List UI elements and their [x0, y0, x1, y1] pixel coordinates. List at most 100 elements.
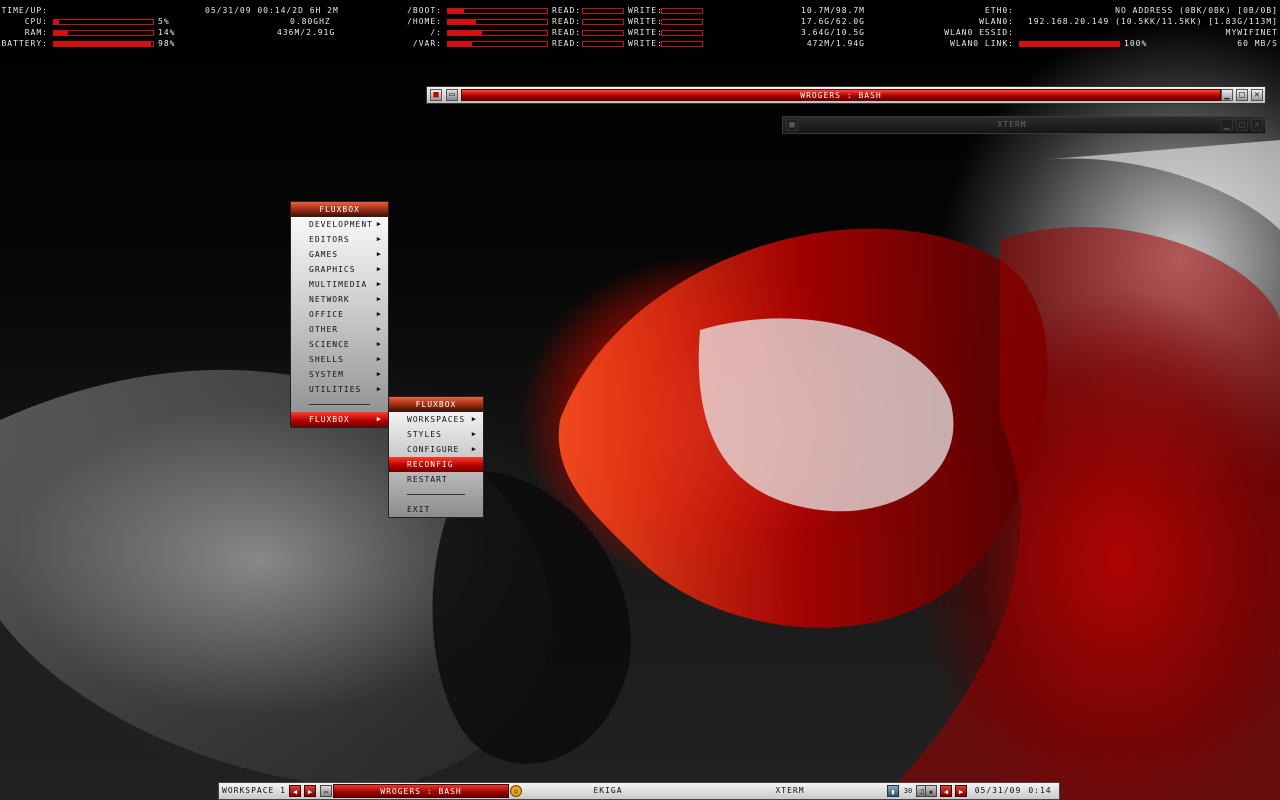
conky-disk-row: /HOME: READ: WRITE: 17.6G/62.0G	[400, 16, 865, 27]
disk-read-graph	[582, 30, 624, 36]
prev-workspace-icon[interactable]: ◀	[289, 785, 301, 797]
maximize-icon[interactable]: □	[1236, 89, 1248, 101]
menu-item-label: WORKSPACES	[407, 415, 466, 424]
conky-label: RAM:	[24, 28, 48, 37]
disk-write-label: WRITE:	[628, 17, 663, 26]
conky-time-value: 05/31/09 00:14/2D 6H 2M	[205, 6, 339, 15]
disk-label: /:	[430, 28, 442, 37]
ekiga-icon: ☺	[510, 785, 522, 797]
disk-usage-value: 3.64G/10.5G	[801, 28, 865, 37]
disk-read-label: READ:	[552, 28, 582, 37]
conky-label: WLAN0 ESSID:	[944, 28, 1014, 37]
wlan0-value: 192.168.20.149 (10.5KK/11.5KK) [1.83G/11…	[1027, 17, 1278, 26]
xterm-window-title[interactable]: XTERM	[803, 119, 1221, 131]
next-window-icon[interactable]: ▶	[955, 785, 967, 797]
minimize-icon[interactable]: ▁	[1221, 89, 1233, 101]
volume-tray-value[interactable]: 30	[901, 784, 915, 798]
disk-read-label: READ:	[552, 6, 582, 15]
bash-window-title[interactable]: WROGERS : BASH	[461, 89, 1221, 101]
submenu-item-reconfig[interactable]: RECONFIG	[389, 457, 483, 472]
disk-usage-value: 472M/1.94G	[806, 39, 865, 48]
root-menu-item-development[interactable]: DEVELOPMENT ▶	[291, 217, 388, 232]
ram-usage: 436M/2.91G	[277, 28, 336, 37]
root-menu-item-editors[interactable]: EDITORS ▶	[291, 232, 388, 247]
root-menu-item-graphics[interactable]: GRAPHICS ▶	[291, 262, 388, 277]
submenu-arrow-icon: ▶	[471, 430, 477, 438]
submenu-items: WORKSPACES ▶ STYLES ▶ CONFIGURE ▶ RECONFIG REST…	[389, 412, 483, 487]
root-menu-item-multimedia[interactable]: MULTIMEDIA ▶	[291, 277, 388, 292]
fluxbox-submenu: FLUXBOX WORKSPACES ▶ STYLES ▶ CONFIGURE ▶ RECO…	[388, 396, 484, 518]
submenu-arrow-icon: ▶	[376, 385, 382, 393]
root-menu-item-network[interactable]: NETWORK ▶	[291, 292, 388, 307]
menu-item-label: RECONFIG	[407, 460, 454, 469]
root-menu-title: FLUXBOX	[291, 202, 388, 217]
menu-item-label: SCIENCE	[309, 340, 350, 349]
xterm-window-titlebar[interactable]: ■ XTERM ▁ □ ✕	[782, 116, 1266, 134]
submenu-arrow-icon: ▶	[376, 235, 382, 243]
root-menu-item-other[interactable]: OTHER ▶	[291, 322, 388, 337]
menu-item-label: CONFIGURE	[407, 445, 460, 454]
disk-usage-bar-fill	[448, 31, 482, 35]
disk-read-graph	[582, 41, 624, 47]
task-bash[interactable]: WROGERS : BASH	[333, 784, 509, 798]
terminal-icon: ▭	[320, 785, 332, 797]
clock-date: 05/31/09	[974, 786, 1022, 795]
battery-tray-icon[interactable]: ▪	[925, 785, 937, 797]
conky-ram-row: RAM: 14% 436M/2.91G	[0, 27, 340, 38]
disk-write-graph	[661, 19, 703, 25]
root-menu-item-shells[interactable]: SHELLS ▶	[291, 352, 388, 367]
submenu-item-workspaces[interactable]: WORKSPACES ▶	[389, 412, 483, 427]
battery-bar-fill	[54, 42, 152, 46]
network-tray-icon[interactable]: ▮	[887, 785, 899, 797]
root-menu-item-utilities[interactable]: UTILITIES ▶	[291, 382, 388, 397]
bash-window-titlebar[interactable]: ■ ▭ WROGERS : BASH ▁ □ ✕	[426, 86, 1266, 104]
conky-label: TIME/UP:	[1, 6, 48, 15]
root-menu-item-games[interactable]: GAMES ▶	[291, 247, 388, 262]
task-xterm[interactable]: XTERM	[693, 784, 887, 798]
menu-item-label: SYSTEM	[309, 370, 344, 379]
next-workspace-icon[interactable]: ▶	[304, 785, 316, 797]
wlan-link-bar	[1019, 41, 1120, 47]
conky-disk-row: /: READ: WRITE: 3.64G/10.5G	[400, 27, 865, 38]
cpu-bar-fill	[54, 20, 59, 24]
root-menu-item-fluxbox[interactable]: FLUXBOX ▶	[291, 412, 388, 427]
submenu-item-exit[interactable]: EXIT	[389, 502, 483, 517]
root-menu-item-system[interactable]: SYSTEM ▶	[291, 367, 388, 382]
submenu-item-styles[interactable]: STYLES ▶	[389, 427, 483, 442]
clock-time: 0:14	[1028, 786, 1052, 795]
submenu-arrow-icon: ▶	[376, 370, 382, 378]
submenu-item-configure[interactable]: CONFIGURE ▶	[389, 442, 483, 457]
disk-usage-bar	[447, 19, 548, 25]
ram-bar-fill	[54, 31, 68, 35]
conky-link-row: WLAN0 LINK: 100% 60 MB/S	[900, 38, 1280, 49]
close-icon[interactable]: ✕	[1251, 89, 1263, 101]
cpu-frequency: 0.80GHZ	[290, 17, 331, 26]
conky-battery-row: BATTERY: 98%	[0, 38, 340, 49]
task-ekiga[interactable]: EKIGA	[525, 784, 691, 798]
submenu-arrow-icon: ▶	[376, 310, 382, 318]
eth0-value: NO ADDRESS (0BK/0BK) [0B/0B]	[1115, 6, 1278, 15]
ram-bar	[53, 30, 154, 36]
conky-wlan0-row: WLAN0: 192.168.20.149 (10.5KK/11.5KK) [1…	[900, 16, 1280, 27]
maximize-icon[interactable]: □	[1236, 119, 1248, 131]
prev-window-icon[interactable]: ◀	[940, 785, 952, 797]
submenu-arrow-icon: ▶	[376, 265, 382, 273]
menu-item-label: DEVELOPMENT	[309, 220, 373, 229]
submenu-arrow-icon: ▶	[376, 220, 382, 228]
menu-item-label: FLUXBOX	[309, 415, 350, 424]
close-icon[interactable]: ✕	[1251, 119, 1263, 131]
conky-cpu-row: CPU: 5% 0.80GHZ	[0, 16, 340, 27]
submenu-arrow-icon: ▶	[376, 415, 382, 423]
workspace-name[interactable]: WORKSPACE 1	[221, 784, 287, 798]
submenu-item-restart[interactable]: RESTART	[389, 472, 483, 487]
disk-read-graph	[582, 8, 624, 14]
root-menu-item-office[interactable]: OFFICE ▶	[291, 307, 388, 322]
window-menu-icon[interactable]: ■	[786, 119, 798, 131]
cpu-bar	[53, 19, 154, 25]
submenu-arrow-icon: ▶	[376, 280, 382, 288]
minimize-icon[interactable]: ▁	[1221, 119, 1233, 131]
menu-item-label: EDITORS	[309, 235, 350, 244]
window-menu-icon[interactable]: ■	[430, 89, 442, 101]
root-menu-item-science[interactable]: SCIENCE ▶	[291, 337, 388, 352]
submenu-arrow-icon: ▶	[471, 415, 477, 423]
